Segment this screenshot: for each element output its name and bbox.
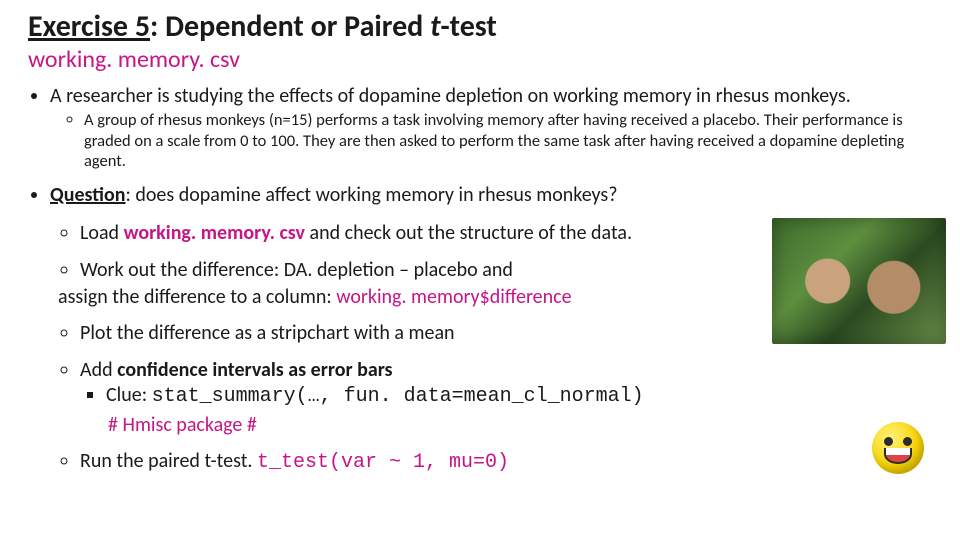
step-run-code: t_test(var ~ 1, mu=0) [257, 451, 509, 474]
step-load-filename: working. memory. csv [124, 221, 305, 245]
clue-code: stat_summary(…, fun. data=mean_cl_normal… [152, 385, 644, 408]
question-text: : does dopamine affect working memory in… [125, 183, 617, 207]
step-diff-column: working. memory$difference [336, 285, 571, 309]
intro-list: A researcher is studying the effects of … [28, 84, 932, 171]
step-run-a: Run the paired [80, 449, 204, 473]
step-diff-a: Work out the difference: DA. depletion –… [80, 258, 513, 282]
intro-bullet: A researcher is studying the effects of … [50, 84, 932, 171]
grimace-emoji-icon [872, 422, 924, 474]
title-italic-t: t [430, 8, 440, 45]
step-load-a: Load [80, 221, 124, 245]
slide-title: Exercise 5: Dependent or Paired t-test [28, 10, 932, 43]
subtitle-filename: working. memory. csv [28, 45, 240, 74]
step-run-b: -test. [211, 449, 257, 473]
step-diff-b: assign the difference to a column: [58, 285, 336, 309]
step-ci-a: Add [80, 358, 117, 382]
step-ci-hmisc: # Hmisc package # [84, 413, 932, 437]
exercise-label: Exercise 5 [28, 8, 150, 45]
slide-subtitle: working. memory. csv [28, 45, 932, 74]
title-suffix: -test [440, 8, 496, 45]
step-load-b: and check out the structure of the data. [305, 221, 632, 245]
intro-sub-bullet: A group of rhesus monkeys (n=15) perform… [84, 110, 932, 170]
clue-label: Clue: [106, 383, 152, 407]
hmisc-note: # Hmisc package # [108, 413, 257, 437]
step-run: Run the paired t-test. t_test(var ~ 1, m… [80, 449, 932, 475]
monkeys-image [772, 218, 946, 344]
title-continuation: : Dependent or Paired [150, 8, 430, 45]
step-ci-clue: Clue: stat_summary(…, fun. data=mean_cl_… [106, 383, 932, 409]
step-ci: Add confidence intervals as error bars C… [80, 358, 932, 437]
step-ci-bold: confidence intervals as error bars [117, 358, 392, 382]
slide: Exercise 5: Dependent or Paired t-test w… [0, 0, 960, 540]
intro-text: A researcher is studying the effects of … [50, 84, 851, 108]
question-label: Question [50, 183, 125, 207]
